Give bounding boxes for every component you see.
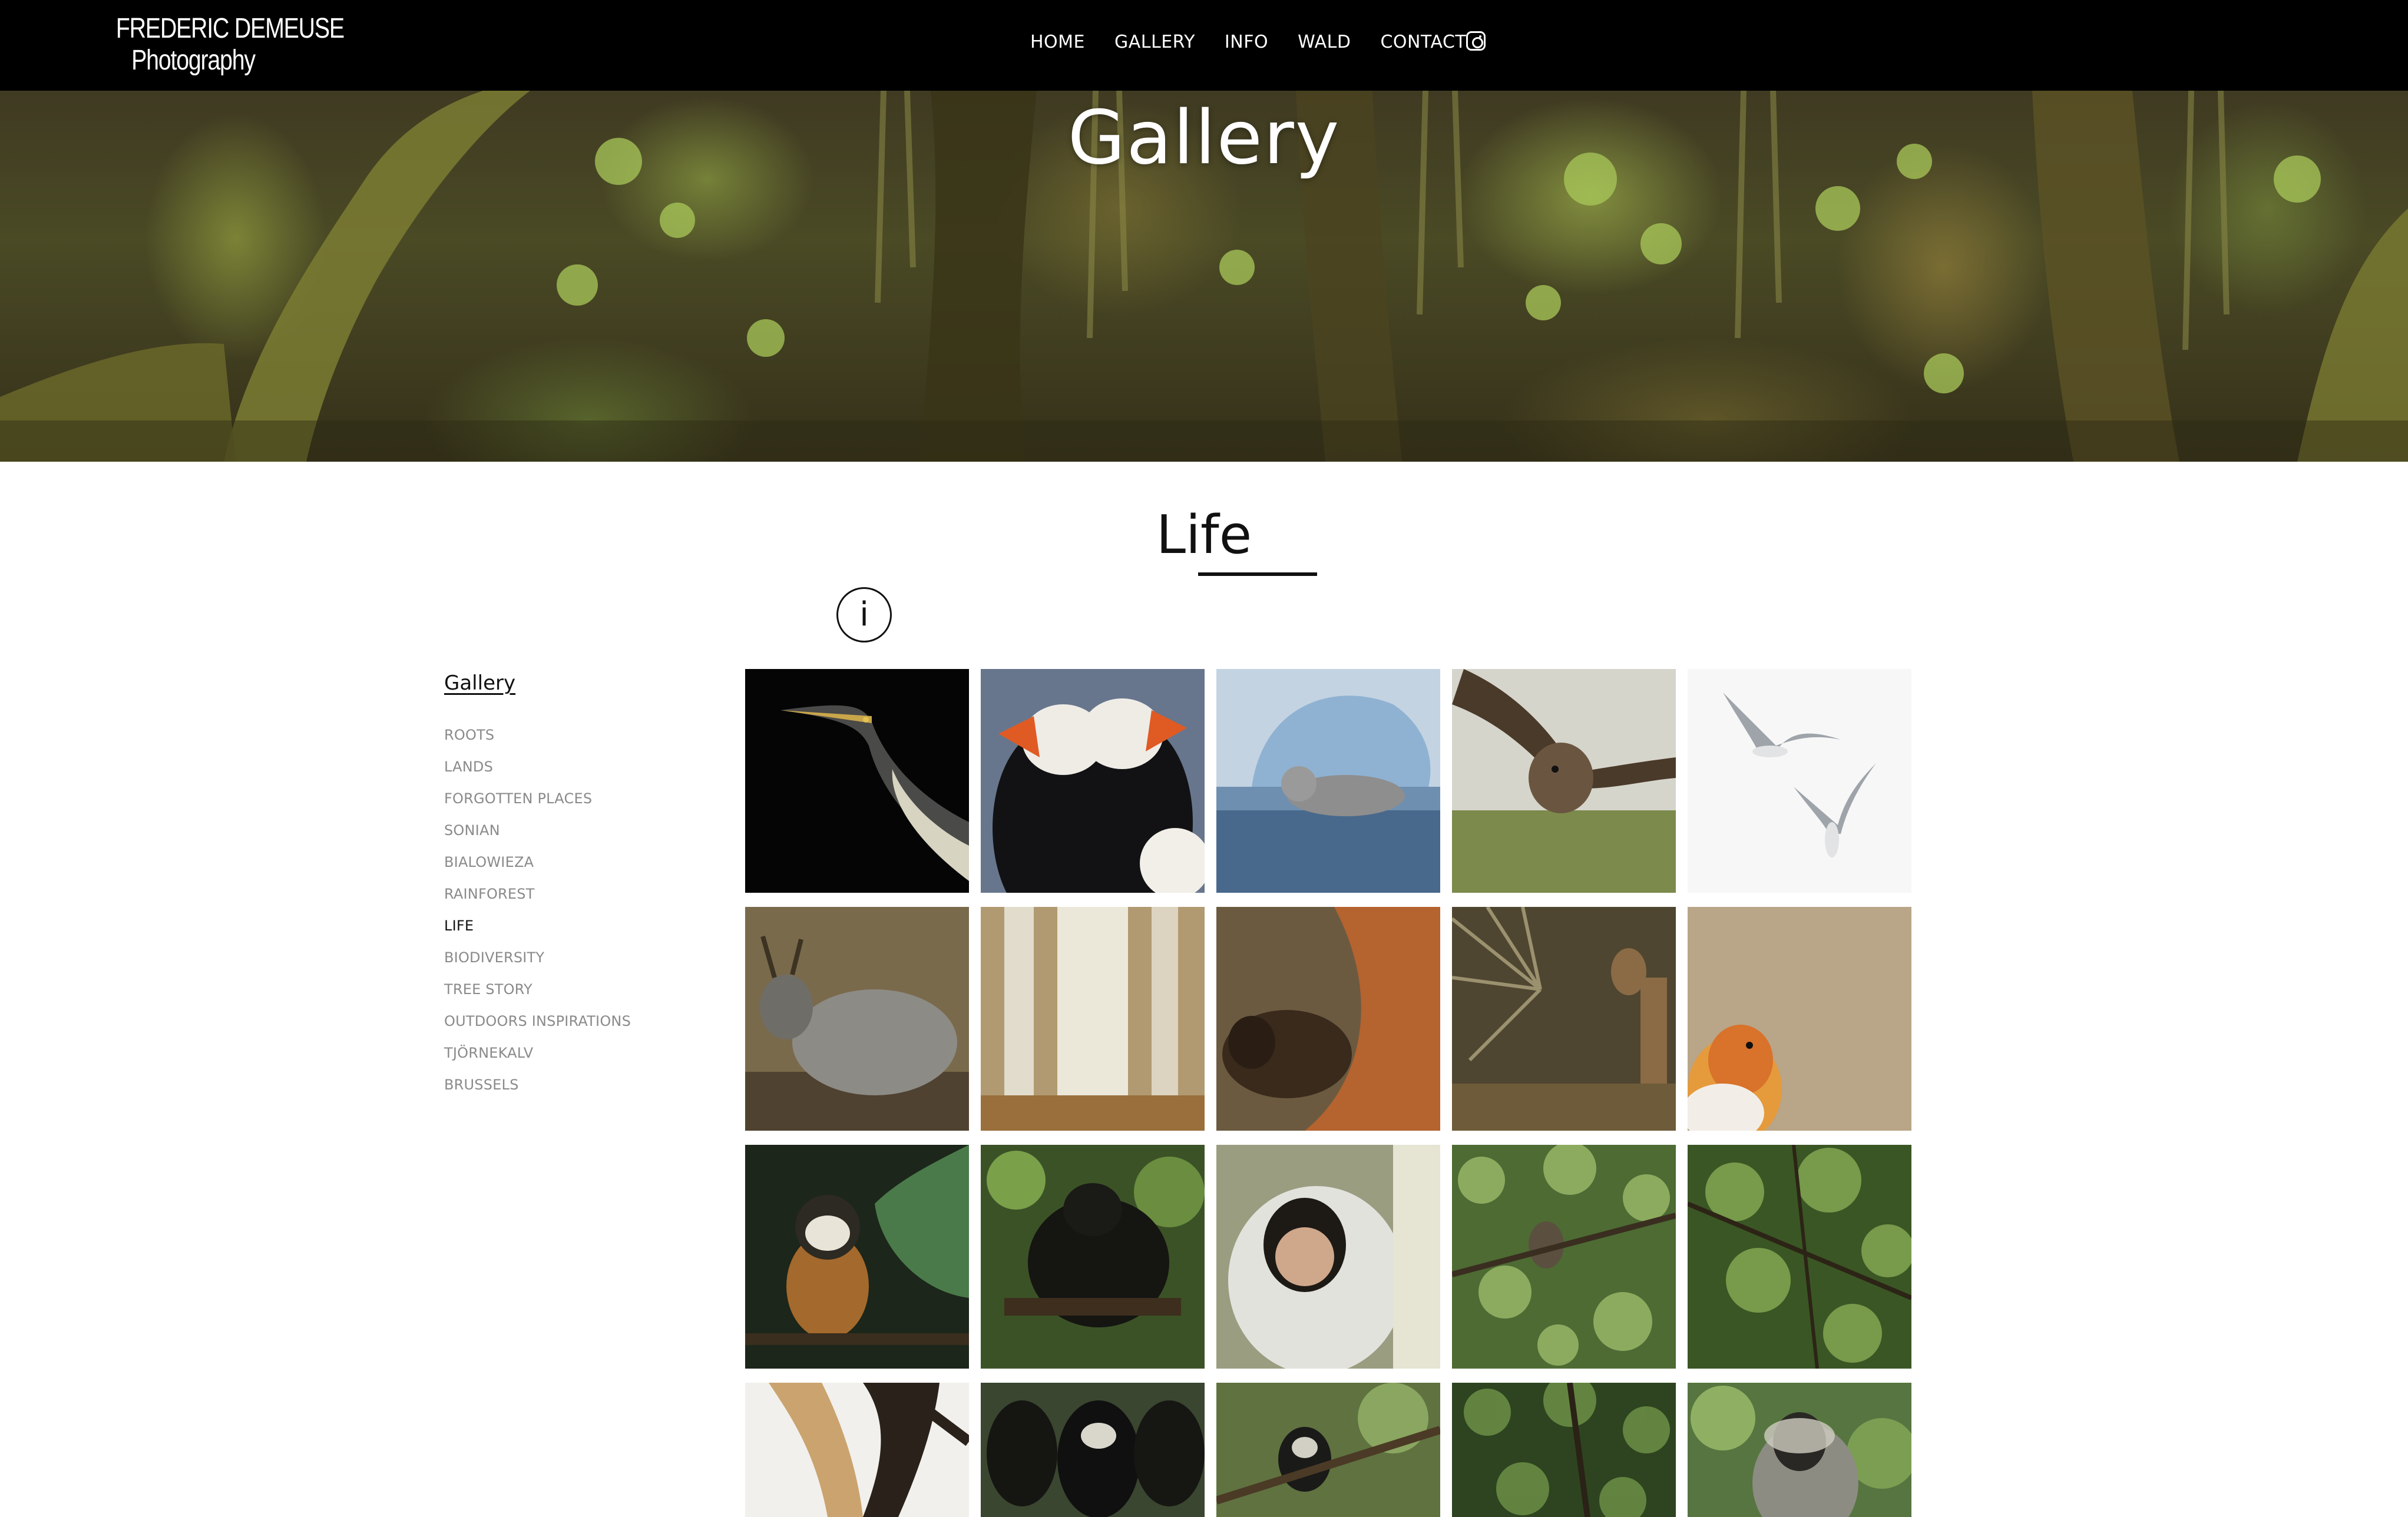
section-title-underline xyxy=(1198,572,1317,576)
gallery-thumbnail-monkey-in-foliage[interactable] xyxy=(1452,1145,1676,1369)
section-title: Life xyxy=(1156,504,1252,566)
gallery-thumbnail-monkey-on-branch[interactable] xyxy=(1216,1383,1440,1517)
gallery-thumbnail-gibbon[interactable] xyxy=(745,1383,969,1517)
site-logo[interactable]: FREDERIC DEMEUSE Photography xyxy=(99,13,345,77)
logo-line-2: Photography xyxy=(131,45,256,76)
gallery-thumbnail-colobus-group[interactable] xyxy=(981,1383,1205,1517)
sidebar-item-bialowieza[interactable]: BIALOWIEZA xyxy=(444,854,631,886)
sidebar-item-forgotten-places[interactable]: FORGOTTEN PLACES xyxy=(444,790,631,822)
gallery-thumbnail-seal[interactable] xyxy=(1216,669,1440,893)
sidebar-menu: ROOTS LANDS FORGOTTEN PLACES SONIAN BIAL… xyxy=(444,727,631,1108)
gallery-thumbnail-birch-trunks[interactable] xyxy=(981,907,1205,1131)
sidebar-item-lands[interactable]: LANDS xyxy=(444,758,631,790)
gallery-thumbnail-chimpanzee[interactable] xyxy=(981,1145,1205,1369)
gallery-thumbnail-vervet-monkey[interactable] xyxy=(1688,1383,1911,1517)
gallery-thumbnail-heron[interactable] xyxy=(745,669,969,893)
sidebar-item-roots[interactable]: ROOTS xyxy=(444,727,631,758)
nav-info[interactable]: INFO xyxy=(1225,32,1268,52)
gallery-thumbnail-terns[interactable] xyxy=(1688,669,1911,893)
hero-title: Gallery xyxy=(1067,94,1341,181)
gallery-thumbnail-jungle-canopy[interactable] xyxy=(1688,1145,1911,1369)
instagram-icon[interactable] xyxy=(1466,31,1486,51)
gallery-thumbnail-capuchin[interactable] xyxy=(1216,1145,1440,1369)
sidebar-item-brussels[interactable]: BRUSSELS xyxy=(444,1077,631,1108)
gallery-thumbnail-bison[interactable] xyxy=(1216,907,1440,1131)
top-navigation-bar: FREDERIC DEMEUSE Photography HOME GALLER… xyxy=(0,0,2408,91)
sidebar-item-sonian[interactable]: SONIAN xyxy=(444,822,631,854)
gallery-thumbnail-puffins[interactable] xyxy=(981,669,1205,893)
nav-contact[interactable]: CONTACT xyxy=(1380,32,1466,52)
gallery-thumbnail-monkey-in-trees[interactable] xyxy=(1452,1383,1676,1517)
main-nav: HOME GALLERY INFO WALD CONTACT xyxy=(1030,29,1496,54)
sidebar-title[interactable]: Gallery xyxy=(444,671,515,695)
sidebar-item-tjornekalv[interactable]: TJÖRNEKALV xyxy=(444,1045,631,1077)
gallery-thumbnail-skua[interactable] xyxy=(1452,669,1676,893)
sidebar-item-outdoors-inspirations[interactable]: OUTDOORS INSPIRATIONS xyxy=(444,1013,631,1045)
nav-wald[interactable]: WALD xyxy=(1298,32,1351,52)
sidebar-item-biodiversity[interactable]: BIODIVERSITY xyxy=(444,949,631,981)
info-button[interactable]: i xyxy=(836,587,892,642)
hero-banner: Gallery xyxy=(0,91,2408,462)
nav-home[interactable]: HOME xyxy=(1030,32,1085,52)
gallery-thumbnail-squirrel-monkey[interactable] xyxy=(745,1145,969,1369)
gallery-thumbnail-deer[interactable] xyxy=(745,907,969,1131)
logo-line-1: FREDERIC DEMEUSE xyxy=(115,13,345,44)
gallery-thumbnail-robin[interactable] xyxy=(1688,907,1911,1131)
nav-gallery[interactable]: GALLERY xyxy=(1114,32,1195,52)
sidebar-item-rainforest[interactable]: RAINFOREST xyxy=(444,886,631,918)
gallery-thumbnail-antelope[interactable] xyxy=(1452,907,1676,1131)
sidebar-item-tree-story[interactable]: TREE STORY xyxy=(444,981,631,1013)
sidebar-item-life[interactable]: LIFE xyxy=(444,918,631,949)
